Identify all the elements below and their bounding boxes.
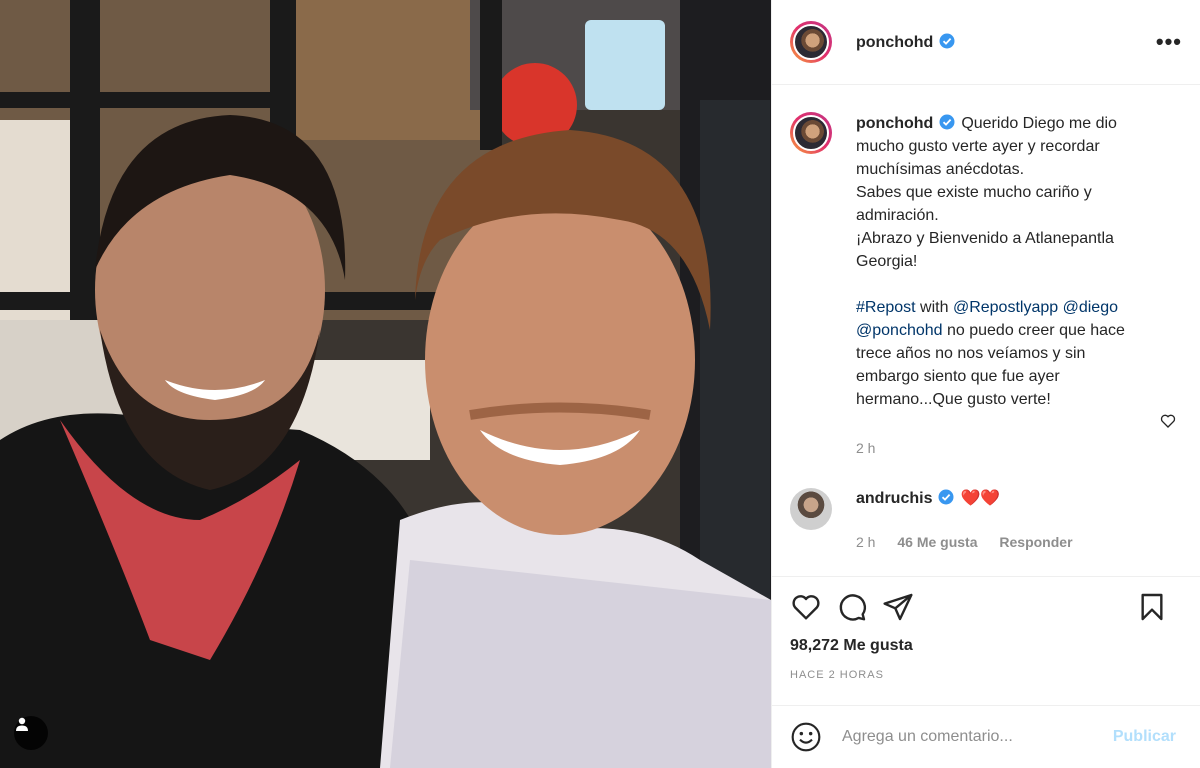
comments-section: ponchohd Querido Diego me dio mucho gusto… <box>772 86 1200 576</box>
comment-input[interactable] <box>840 727 1107 747</box>
post-side-panel: ponchohd ••• ponchohd Querido Diego me di… <box>771 0 1200 768</box>
comment-avatar[interactable] <box>790 488 832 530</box>
caption-avatar[interactable] <box>790 112 832 154</box>
comment-time[interactable]: 2 h <box>856 534 875 550</box>
caption-line: Sabes que existe mucho cariño y admiraci… <box>856 184 1092 224</box>
post-time-ago[interactable]: HACE 2 HORAS <box>790 669 1182 681</box>
verified-icon <box>939 114 955 130</box>
small-heart-icon[interactable] <box>1160 413 1176 429</box>
save-icon <box>1141 593 1163 621</box>
reply-button[interactable]: Responder <box>999 534 1072 550</box>
header-username[interactable]: ponchohd <box>856 33 955 52</box>
share-button[interactable] <box>882 591 914 623</box>
comment-item: andruchis ❤️❤️ 2 h 46 Me gusta Responder <box>790 488 1182 550</box>
share-icon <box>883 593 913 621</box>
caption-time[interactable]: 2 h <box>856 437 1146 460</box>
repost-with-text: with <box>920 299 949 316</box>
header-username-text[interactable]: ponchohd <box>856 34 933 51</box>
user-tag-button[interactable] <box>14 716 48 750</box>
instagram-post: ponchohd ••• ponchohd Querido Diego me di… <box>0 0 1200 768</box>
comment-icon <box>839 594 866 621</box>
comment-button[interactable] <box>836 591 868 623</box>
post-actions: 98,272 Me gusta HACE 2 HORAS <box>772 576 1200 681</box>
mention-ponchohd[interactable]: @ponchohd <box>856 322 943 339</box>
comment-likes[interactable]: 46 Me gusta <box>897 534 977 550</box>
save-button[interactable] <box>1136 591 1168 623</box>
comment-username[interactable]: andruchis <box>856 490 932 507</box>
selfie-image <box>0 0 771 768</box>
publish-button[interactable]: Publicar <box>1107 727 1182 747</box>
caption-username[interactable]: ponchohd <box>856 115 933 132</box>
user-tag-icon <box>16 717 28 731</box>
mention-diego[interactable]: @diego <box>1063 299 1118 316</box>
caption-line: ¡Abrazo y Bienvenido a Atlanepantla Geor… <box>856 230 1114 270</box>
like-button[interactable] <box>790 591 822 623</box>
hashtag-repost[interactable]: #Repost <box>856 299 916 316</box>
verified-icon <box>938 489 954 505</box>
verified-icon <box>939 33 955 48</box>
mention-repostlyapp[interactable]: @Repostlyapp <box>953 299 1058 316</box>
caption: ponchohd Querido Diego me dio mucho gusto… <box>790 112 1182 460</box>
post-photo[interactable] <box>0 0 771 768</box>
post-header: ponchohd ••• <box>772 0 1200 85</box>
more-options-button[interactable]: ••• <box>1156 31 1182 53</box>
caption-text: ponchohd Querido Diego me dio mucho gusto… <box>856 112 1146 460</box>
comment-text: ❤️❤️ <box>960 490 1001 507</box>
likes-count[interactable]: 98,272 Me gusta <box>790 637 1182 655</box>
heart-icon <box>792 595 820 620</box>
avatar[interactable] <box>790 21 832 63</box>
add-comment-bar: Publicar <box>772 705 1200 768</box>
emoji-icon[interactable] <box>790 721 822 753</box>
